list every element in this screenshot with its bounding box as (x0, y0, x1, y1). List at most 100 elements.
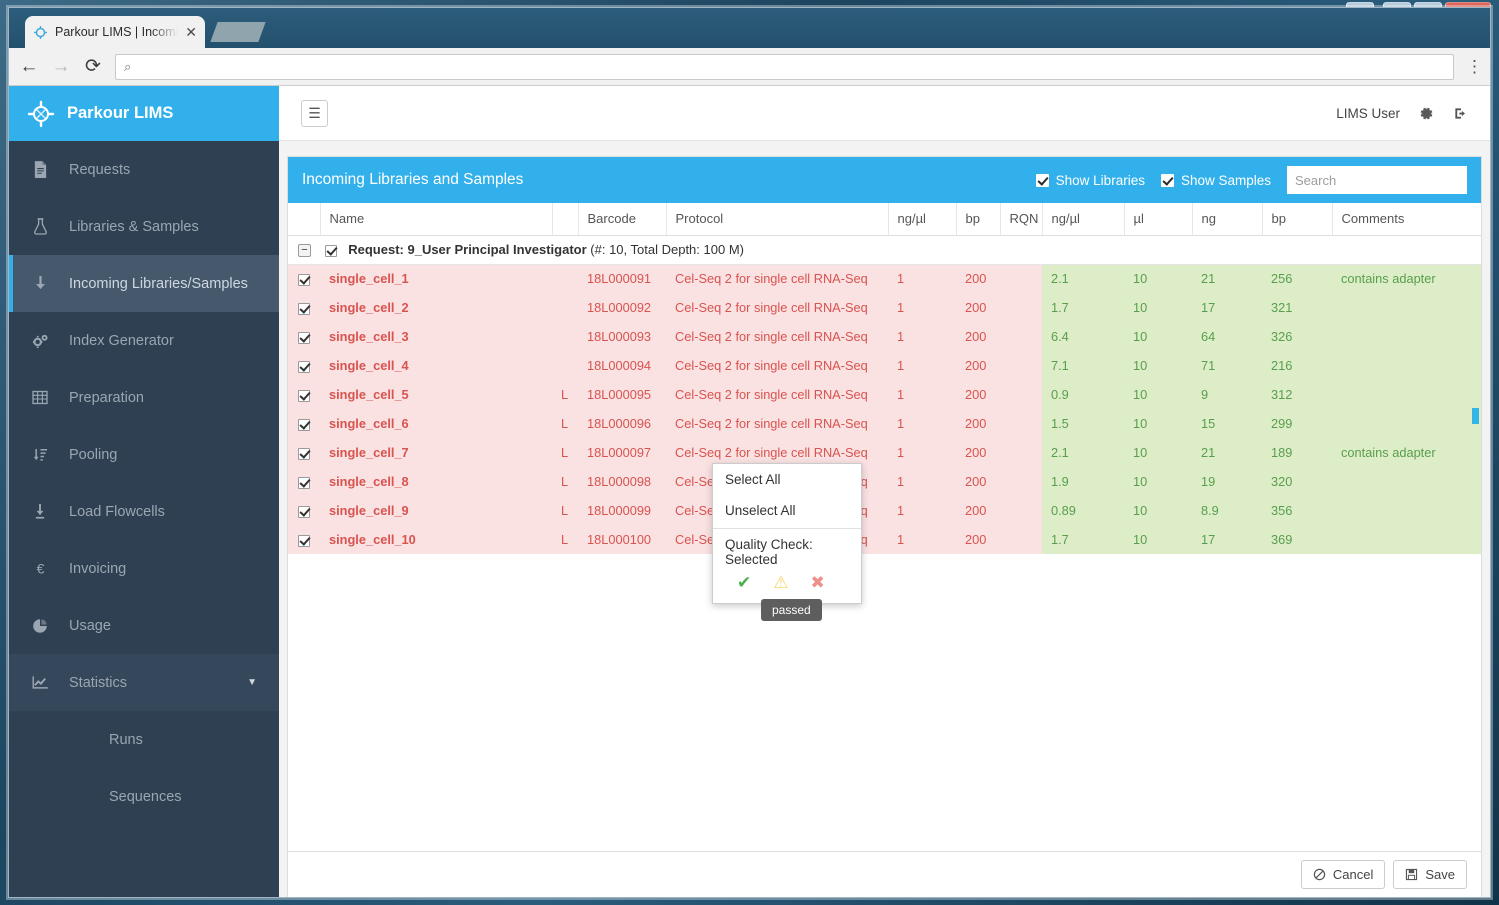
cell-ngul-a: 1 (888, 525, 956, 554)
sidebar-item-libraries-samples[interactable]: Libraries & Samples (9, 198, 279, 255)
column-header-blank[interactable] (288, 203, 321, 236)
table-row[interactable]: single_cell_6 L 18L000096 Cel-Seq 2 for sin… (288, 409, 1481, 438)
forward-icon[interactable]: → (51, 56, 71, 78)
table-row[interactable]: single_cell_9L18L000099Cel-Seq 2 for sin… (288, 496, 1481, 525)
back-icon[interactable]: ← (19, 56, 39, 78)
row-select-checkbox-cell[interactable] (288, 525, 320, 554)
row-select-checkbox-cell[interactable] (288, 380, 320, 409)
row-select-checkbox-cell[interactable] (288, 351, 320, 380)
cell-barcode: 18L000099 (578, 496, 666, 525)
row-select-checkbox-cell[interactable] (288, 496, 320, 525)
cell-ngul-b: 2.1 (1042, 264, 1124, 293)
column-header-ngl[interactable]: ng/µl (888, 203, 957, 236)
cell-comments (1332, 351, 1481, 380)
column-header-rqn[interactable]: RQN (1000, 203, 1043, 236)
data-grid[interactable]: Name Barcode Protocol ng/µl bp RQN ng/µl µl ng bp… (288, 203, 1481, 851)
column-header-ng[interactable]: ng (1192, 203, 1263, 236)
quality-passed-icon[interactable]: ✔ (737, 573, 751, 593)
sidebar-toggle-button[interactable]: ☰ (301, 99, 328, 127)
column-header-bp[interactable]: bp (956, 203, 1001, 236)
row-select-checkbox[interactable] (298, 447, 310, 460)
column-header-blank[interactable] (552, 203, 579, 236)
show-samples-toggle[interactable]: Show Samples (1160, 173, 1271, 188)
brand-header[interactable]: Parkour LIMS (9, 86, 279, 141)
logout-icon[interactable] (1453, 106, 1468, 121)
context-menu[interactable]: Select All Unselect All Quality Check: S… (712, 463, 862, 604)
show-samples-checkbox[interactable] (1160, 173, 1174, 187)
group-row[interactable]: − Request: 9_User Principal Investigator… (288, 235, 1481, 265)
sidebar-item-pooling[interactable]: Pooling (9, 426, 279, 483)
cancel-button[interactable]: Cancel (1300, 860, 1386, 889)
cell-name: single_cell_2 (320, 293, 552, 322)
group-select-checkbox[interactable] (324, 244, 337, 257)
browser-tab-title: Parkour LIMS | Incoming (55, 25, 179, 39)
sidebar-item-requests[interactable]: Requests (9, 141, 279, 198)
table-row[interactable]: single_cell_7 L 18L000097 Cel-Seq 2 for sin… (288, 438, 1481, 467)
table-row[interactable]: single_cell_1 18L000091 Cel-Seq 2 for sing… (288, 264, 1481, 293)
column-header-protocol[interactable]: Protocol (666, 203, 889, 236)
row-select-checkbox[interactable] (298, 476, 310, 489)
row-select-checkbox-cell[interactable] (288, 467, 320, 496)
show-libraries-checkbox[interactable] (1035, 173, 1049, 187)
row-select-checkbox-cell[interactable] (288, 322, 320, 351)
cell-barcode: 18L000094 (578, 351, 666, 380)
cell-ul: 10 (1124, 438, 1192, 467)
sidebar-subitem-sequences[interactable]: Sequences (9, 768, 279, 825)
table-row[interactable]: single_cell_3 18L000093 Cel-Seq 2 for sing… (288, 322, 1481, 351)
save-button[interactable]: Save (1393, 860, 1467, 889)
row-select-checkbox[interactable] (298, 505, 310, 518)
sidebar-item-incoming-libraries-samples[interactable]: Incoming Libraries/Samples (9, 255, 279, 312)
menu-item-unselect-all[interactable]: Unselect All (713, 495, 861, 526)
sidebar-item-index-generator[interactable]: Index Generator (9, 312, 279, 369)
tab-close-icon[interactable]: ✕ (185, 25, 197, 39)
column-header-name[interactable]: Name (320, 203, 553, 236)
cell-ngul-b: 0.89 (1042, 496, 1124, 525)
browser-tab[interactable]: Parkour LIMS | Incoming ✕ (25, 16, 205, 48)
table-row[interactable]: single_cell_10L18L000100Cel-Seq 2 for si… (288, 525, 1481, 554)
row-select-checkbox[interactable] (298, 418, 310, 431)
row-select-checkbox-cell[interactable] (288, 409, 320, 438)
table-group-body: − Request: 9_User Principal Investigator… (288, 235, 1481, 265)
table-row[interactable]: single_cell_2 18L000092 Cel-Seq 2 for sing… (288, 293, 1481, 322)
column-header-ngl[interactable]: ng/µl (1042, 203, 1125, 236)
row-select-checkbox[interactable] (298, 302, 310, 315)
menu-item-select-all[interactable]: Select All (713, 464, 861, 495)
row-select-checkbox[interactable] (298, 389, 310, 402)
browser-menu-icon[interactable]: ⋮ (1466, 57, 1483, 77)
sidebar-item-preparation[interactable]: Preparation (9, 369, 279, 426)
chevron-down-icon[interactable]: ▼ (247, 677, 257, 688)
sidebar-subitem-runs[interactable]: Runs (9, 711, 279, 768)
column-header-l[interactable]: µl (1124, 203, 1193, 236)
row-select-checkbox-cell[interactable] (288, 293, 320, 322)
sidebar-item-usage[interactable]: Usage (9, 597, 279, 654)
quality-warning-icon[interactable]: ⚠ (773, 573, 788, 593)
table-row[interactable]: single_cell_4 18L000094 Cel-Seq 2 for sing… (288, 351, 1481, 380)
table-row[interactable]: single_cell_8L18L000098Cel-Seq 2 for sin… (288, 467, 1481, 496)
column-header-bp[interactable]: bp (1262, 203, 1333, 236)
sidebar-item-statistics[interactable]: Statistics ▼ (9, 654, 279, 711)
row-select-checkbox-cell[interactable] (288, 438, 320, 467)
row-select-checkbox[interactable] (298, 331, 310, 344)
row-select-checkbox[interactable] (298, 273, 310, 286)
show-libraries-toggle[interactable]: Show Libraries (1035, 173, 1145, 188)
gear-icon[interactable] (1419, 106, 1434, 121)
row-select-checkbox-cell[interactable] (288, 264, 320, 293)
table-row[interactable]: single_cell_5 L 18L000095 Cel-Seq 2 for sin… (288, 380, 1481, 409)
row-select-checkbox[interactable] (298, 360, 310, 373)
search-input[interactable] (1287, 166, 1467, 194)
row-select-checkbox[interactable] (298, 534, 310, 547)
group-collapse-button[interactable]: − (298, 244, 311, 258)
sidebar-item-invoicing[interactable]: € Invoicing (9, 540, 279, 597)
new-tab-button[interactable] (210, 22, 266, 42)
address-input[interactable] (139, 59, 1445, 74)
address-bar[interactable]: ⌕ (115, 53, 1454, 80)
sidebar-item-load-flowcells[interactable]: Load Flowcells (9, 483, 279, 540)
grid-vertical-scrollbar[interactable] (1472, 408, 1479, 424)
sidebar-item-label: Incoming Libraries/Samples (69, 275, 248, 292)
reload-icon[interactable]: ⟳ (83, 55, 103, 78)
column-header-comments[interactable]: Comments (1332, 203, 1481, 236)
cell-ul: 10 (1124, 409, 1192, 438)
column-header-barcode[interactable]: Barcode (578, 203, 667, 236)
ban-icon (1313, 868, 1326, 881)
quality-failed-icon[interactable]: ✖ (811, 573, 825, 593)
